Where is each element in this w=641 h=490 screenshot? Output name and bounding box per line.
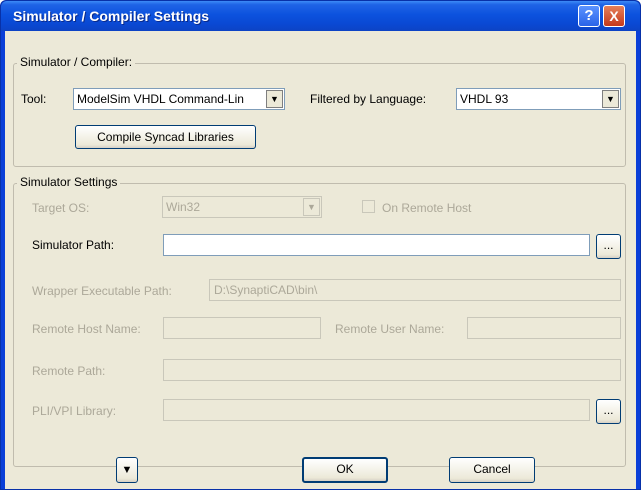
sim-settings-group-caption: Simulator Settings [17,175,121,189]
compile-libraries-button[interactable]: Compile Syncad Libraries [75,125,256,149]
help-button[interactable]: ? [578,5,600,27]
remote-path-label: Remote Path: [32,364,106,378]
double-chevron-down-icon: ▼ [121,464,133,476]
language-select-value: VHDL 93 [460,92,509,106]
simulator-path-input[interactable] [163,234,590,256]
target-os-label: Target OS: [32,201,90,215]
language-label: Filtered by Language: [310,92,427,106]
cancel-button[interactable]: Cancel [449,457,535,483]
remote-host-name-label: Remote Host Name: [32,322,141,336]
remote-path-input[interactable] [163,359,621,381]
wrapper-path-label: Wrapper Executable Path: [32,284,172,298]
tool-label: Tool: [21,92,47,106]
target-os-select-value: Win32 [166,200,201,214]
wrapper-path-value: D:\SynaptiCAD\bin\ [214,283,318,297]
simulator-path-browse-button[interactable]: ... [596,234,621,259]
tool-select[interactable]: ModelSim VHDL Command-Lin ▼ [73,88,285,110]
remote-host-name-input[interactable] [163,317,321,339]
close-button[interactable]: X [603,5,625,27]
dialog-window: Simulator / Compiler Settings ? X Simula… [0,0,641,490]
remote-host-checkbox[interactable] [362,200,375,213]
remote-user-name-input[interactable] [467,317,621,339]
expand-button[interactable]: ▼ [116,457,138,483]
wrapper-path-input[interactable]: D:\SynaptiCAD\bin\ [209,279,621,301]
title-bar[interactable]: Simulator / Compiler Settings ? X [1,1,640,31]
language-select[interactable]: VHDL 93 ▼ [456,88,621,110]
target-os-select[interactable]: Win32 ▼ [162,196,322,218]
ok-button[interactable]: OK [302,457,388,483]
window-title: Simulator / Compiler Settings [13,8,210,24]
sim-compiler-group [13,63,626,167]
chevron-down-icon[interactable]: ▼ [303,198,320,216]
simulator-path-label: Simulator Path: [32,238,115,252]
sim-compiler-group-caption: Simulator / Compiler: [17,55,136,69]
remote-host-checkbox-label: On Remote Host [382,201,472,215]
chevron-down-icon[interactable]: ▼ [602,90,619,108]
remote-user-name-label: Remote User Name: [335,322,445,336]
dialog-client: Simulator / Compiler: Tool: ModelSim VHD… [5,31,636,489]
pli-library-browse-button[interactable]: ... [596,399,621,424]
chevron-down-icon[interactable]: ▼ [266,90,283,108]
pli-library-label: PLI/VPI Library: [32,404,117,418]
tool-select-value: ModelSim VHDL Command-Lin [77,92,244,106]
pli-library-input[interactable] [163,399,590,421]
